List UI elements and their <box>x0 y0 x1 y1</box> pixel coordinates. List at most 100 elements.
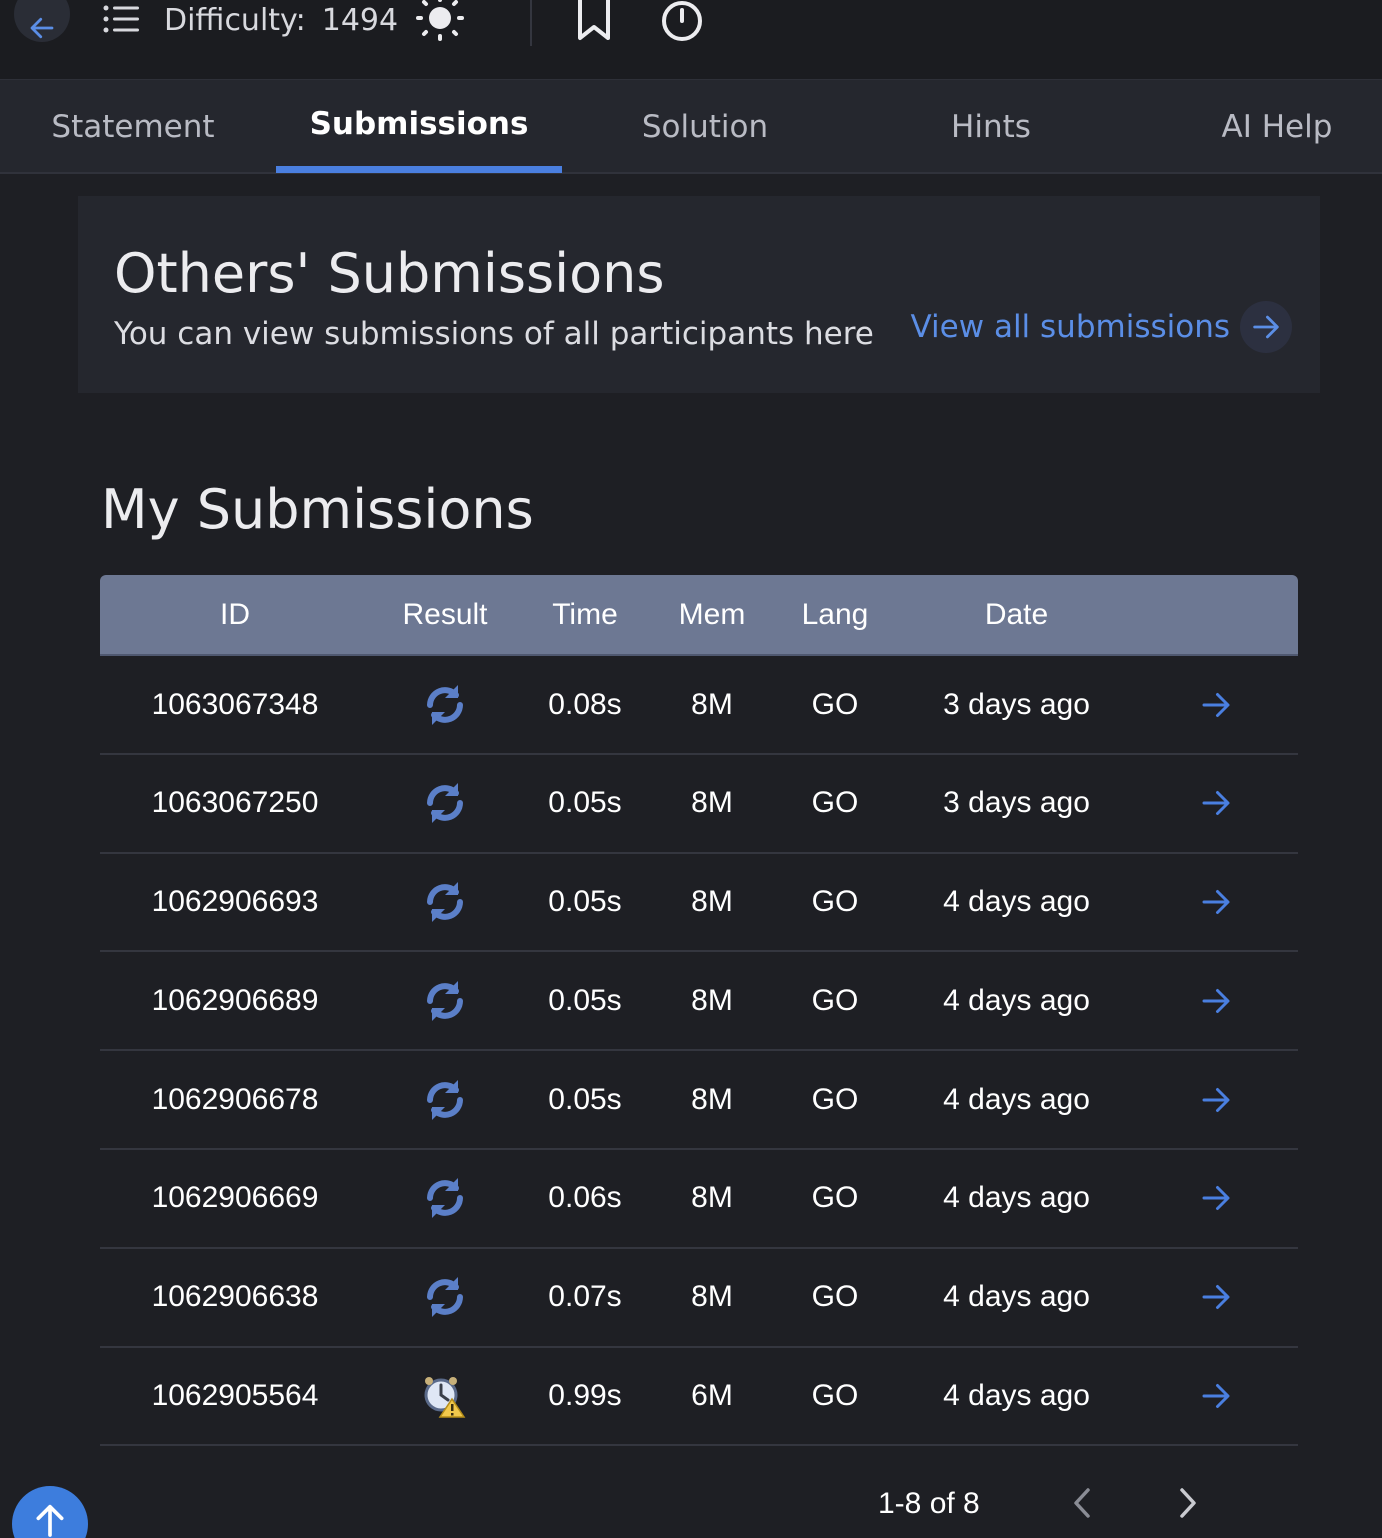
submission-mem: 8M <box>691 885 733 919</box>
arrow-right-icon <box>1253 315 1279 339</box>
submission-lang: GO <box>811 1379 859 1413</box>
submission-time: 0.05s <box>548 786 622 820</box>
submission-mem: 6M <box>691 1379 733 1413</box>
submission-id: 1063067250 <box>151 786 319 820</box>
submission-date: 4 days ago <box>943 1181 1090 1215</box>
pagination-label: 1-8 of 8 <box>878 1487 980 1520</box>
others-title: Others' Submissions <box>114 242 665 305</box>
submission-lang: GO <box>811 687 859 721</box>
others-submissions-card: Others' Submissions You can view submiss… <box>78 196 1320 393</box>
submission-time: 0.99s <box>548 1379 622 1413</box>
arrow-right-icon[interactable] <box>1176 656 1256 753</box>
submission-time: 0.08s <box>548 687 622 721</box>
tab-submissions[interactable]: Submissions <box>276 80 562 174</box>
tab-label: Submissions <box>309 106 529 142</box>
column-header-id: ID <box>220 597 250 631</box>
scroll-to-top-button[interactable] <box>12 1486 88 1538</box>
page: Difficulty: 1494 Statement Submissions S… <box>0 0 1382 1538</box>
tab-ai-help[interactable]: AI Help <box>1134 80 1382 174</box>
top-toolbar: Difficulty: 1494 <box>0 0 1382 80</box>
others-subtitle: You can view submissions of all particip… <box>114 316 874 352</box>
submission-time: 0.05s <box>548 1082 622 1116</box>
difficulty-value: 1494 <box>321 2 399 38</box>
timer-icon[interactable] <box>658 0 706 44</box>
submission-id: 1062906678 <box>151 1082 319 1116</box>
refresh-icon <box>390 755 500 852</box>
submission-date: 4 days ago <box>943 1280 1090 1314</box>
submission-mem: 8M <box>691 687 733 721</box>
refresh-icon <box>390 1150 500 1247</box>
arrow-right-icon[interactable] <box>1176 1249 1256 1346</box>
submission-lang: GO <box>811 786 859 820</box>
arrow-right-icon[interactable] <box>1176 755 1256 852</box>
submission-id: 1062906689 <box>151 983 319 1017</box>
table-row[interactable]: 1062906638 0.07s 8M GO 4 days ago <box>100 1249 1298 1348</box>
table-row[interactable]: 1062906693 0.05s 8M GO 4 days ago <box>100 854 1298 953</box>
tab-hints[interactable]: Hints <box>848 80 1134 174</box>
view-all-submissions-link[interactable]: View all submissions <box>911 301 1292 353</box>
refresh-icon <box>390 1249 500 1346</box>
submission-date: 3 days ago <box>943 786 1090 820</box>
arrow-right-icon[interactable] <box>1176 1051 1256 1148</box>
chevron-left-icon[interactable] <box>1062 1482 1102 1524</box>
submission-lang: GO <box>811 885 859 919</box>
submission-date: 3 days ago <box>943 687 1090 721</box>
refresh-icon <box>390 952 500 1049</box>
submission-time: 0.06s <box>548 1181 622 1215</box>
active-tab-indicator <box>276 166 562 173</box>
submission-date: 4 days ago <box>943 1379 1090 1413</box>
tab-bar: Statement Submissions Solution Hints AI … <box>0 80 1382 174</box>
list-icon[interactable] <box>102 2 140 38</box>
view-all-label: View all submissions <box>910 309 1230 345</box>
view-all-arrow-button[interactable] <box>1240 301 1292 353</box>
submission-id: 1062906638 <box>151 1280 319 1314</box>
alarm-clock-warning-icon <box>390 1348 500 1445</box>
back-button[interactable] <box>14 0 70 42</box>
submission-lang: GO <box>811 1280 859 1314</box>
table-row[interactable]: 1062906678 0.05s 8M GO 4 days ago <box>100 1051 1298 1150</box>
submission-id: 1062906693 <box>151 885 319 919</box>
difficulty: Difficulty: 1494 <box>164 0 398 40</box>
tab-statement[interactable]: Statement <box>0 80 276 174</box>
toolbar-divider <box>530 0 532 46</box>
my-submissions-title: My Submissions <box>101 478 534 541</box>
submissions-table: ID Result Time Mem Lang Date 1063067348 0… <box>100 575 1298 1447</box>
column-header-date: Date <box>984 597 1049 631</box>
arrow-right-icon[interactable] <box>1176 1348 1256 1445</box>
submission-mem: 8M <box>691 1280 733 1314</box>
table-body: 1063067348 0.08s 8M GO 3 days ago 1063067250 0… <box>100 656 1298 1447</box>
bookmark-icon[interactable] <box>574 0 614 42</box>
submission-mem: 8M <box>691 786 733 820</box>
sun-icon[interactable] <box>412 0 468 46</box>
arrow-right-icon[interactable] <box>1176 952 1256 1049</box>
table-row[interactable]: 1062905564 0.99s 6M GO 4 days ago <box>100 1348 1298 1447</box>
column-header-result: Result <box>402 597 488 631</box>
tab-label: Hints <box>951 109 1031 145</box>
submission-mem: 8M <box>691 1082 733 1116</box>
submission-id: 1063067348 <box>151 687 319 721</box>
difficulty-label: Difficulty: <box>164 2 306 38</box>
tab-solution[interactable]: Solution <box>562 80 848 174</box>
column-header-time: Time <box>552 597 618 631</box>
submission-date: 4 days ago <box>943 885 1090 919</box>
refresh-icon <box>390 1051 500 1148</box>
table-row[interactable]: 1063067348 0.08s 8M GO 3 days ago <box>100 656 1298 755</box>
arrow-up-icon <box>36 1504 64 1537</box>
submission-id: 1062905564 <box>151 1379 319 1413</box>
refresh-icon <box>390 854 500 951</box>
refresh-icon <box>390 656 500 753</box>
arrow-right-icon[interactable] <box>1176 1150 1256 1247</box>
table-row[interactable]: 1062906669 0.06s 8M GO 4 days ago <box>100 1150 1298 1249</box>
arrow-right-icon[interactable] <box>1176 854 1256 951</box>
column-header-mem: Mem <box>678 597 746 631</box>
submission-id: 1062906669 <box>151 1181 319 1215</box>
submission-mem: 8M <box>691 1181 733 1215</box>
submission-mem: 8M <box>691 983 733 1017</box>
table-row[interactable]: 1062906689 0.05s 8M GO 4 days ago <box>100 952 1298 1052</box>
table-row[interactable]: 1063067250 0.05s 8M GO 3 days ago <box>100 755 1298 854</box>
chevron-right-icon[interactable] <box>1168 1482 1208 1524</box>
arrow-left-icon <box>30 17 54 39</box>
tab-label: Statement <box>51 109 215 145</box>
submission-time: 0.05s <box>548 983 622 1017</box>
submission-lang: GO <box>811 1181 859 1215</box>
